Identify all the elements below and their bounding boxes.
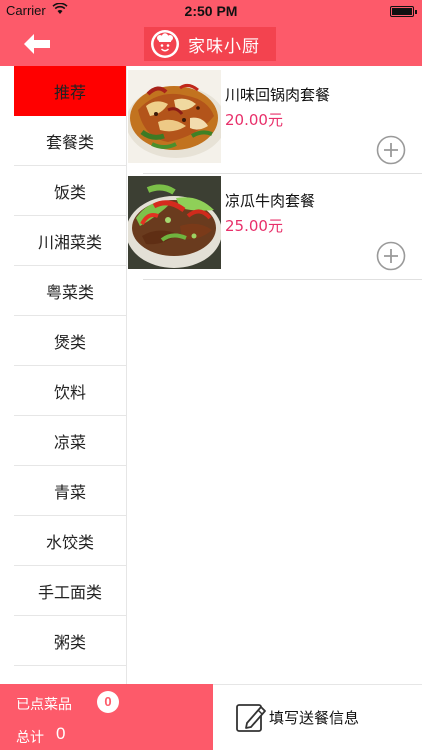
category-item-handmade-noodles[interactable]: 手工面类	[14, 566, 126, 616]
plus-circle-icon	[376, 241, 406, 271]
category-item-congee[interactable]: 粥类	[14, 616, 126, 666]
navigation-bar: 家味小厨	[0, 22, 422, 66]
category-item-claypot[interactable]: 煲类	[14, 316, 126, 366]
dish-photo	[128, 70, 221, 163]
category-item-rice[interactable]: 饭类	[14, 166, 126, 216]
category-item-set-meals[interactable]: 套餐类	[14, 116, 126, 166]
battery-icon	[390, 6, 417, 17]
dish-name: 川味回锅肉套餐	[225, 86, 331, 104]
row-divider	[143, 279, 422, 280]
chef-logo-icon	[151, 30, 179, 58]
app-title-badge: 家味小厨	[144, 27, 276, 61]
cart-summary[interactable]: 已点菜品 0 总计 0	[0, 684, 213, 750]
add-to-cart-button[interactable]	[376, 241, 406, 271]
category-item-recommended[interactable]: 推荐	[14, 66, 126, 116]
status-bar: Carrier 2:50 PM	[0, 0, 422, 22]
category-item-cold-dishes[interactable]: 凉菜	[14, 416, 126, 466]
category-item-cantonese[interactable]: 粤菜类	[14, 266, 126, 316]
dish-item[interactable]: 川味回锅肉套餐 20.00元	[127, 68, 422, 174]
fill-delivery-info-button[interactable]: 填写送餐信息	[235, 701, 359, 733]
category-item-drinks[interactable]: 饮料	[14, 366, 126, 416]
dish-price: 20.00元	[225, 111, 283, 129]
total-value: 0	[56, 724, 66, 743]
ordered-items-label: 已点菜品	[16, 697, 72, 713]
clock: 2:50 PM	[184, 3, 238, 19]
fill-delivery-info-label: 填写送餐信息	[269, 708, 360, 727]
category-item-sichuan-hunan[interactable]: 川湘菜类	[14, 216, 126, 266]
dish-photo	[128, 176, 221, 269]
dish-item[interactable]: 凉瓜牛肉套餐 25.00元	[127, 174, 422, 280]
page-title: 家味小厨	[188, 36, 260, 57]
plus-circle-icon	[376, 135, 406, 165]
delivery-info-panel: 填写送餐信息	[213, 684, 422, 750]
edit-icon	[236, 704, 266, 732]
ordered-count-badge: 0	[97, 691, 119, 713]
dish-name: 凉瓜牛肉套餐	[225, 192, 316, 210]
back-button[interactable]	[22, 32, 52, 56]
total-label: 总计	[16, 730, 44, 746]
dish-price: 25.00元	[225, 217, 283, 235]
category-item-greens[interactable]: 青菜	[14, 466, 126, 516]
category-sidebar: 推荐 套餐类 饭类 川湘菜类 粤菜类 煲类 饮料 凉菜 青菜 水饺类 手工面类 …	[14, 66, 126, 684]
category-item-dumplings[interactable]: 水饺类	[14, 516, 126, 566]
add-to-cart-button[interactable]	[376, 135, 406, 165]
back-arrow-icon	[24, 34, 50, 54]
